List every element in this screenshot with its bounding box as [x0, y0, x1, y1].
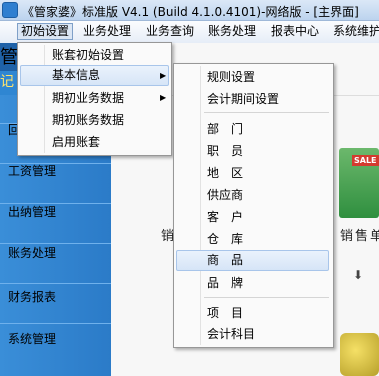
menu-business-query[interactable]: 业务查询: [143, 23, 197, 40]
menu-item-basic-info[interactable]: 基本信息 ▶: [20, 65, 169, 86]
sidebar-header-text: 管: [0, 47, 18, 68]
init-settings-menu: 账套初始设置 基本信息 ▶ 期初业务数据 ▶ 期初账务数据 启用账套: [17, 42, 172, 156]
app-icon: [2, 2, 18, 18]
menu-init-settings[interactable]: 初始设置: [17, 23, 74, 40]
menu-item-accounting-period[interactable]: 会计期间设置: [176, 89, 329, 109]
menu-item-accounting-subjects[interactable]: 会计科目: [176, 324, 329, 344]
sidebar-item-cashier[interactable]: 出纳管理: [8, 203, 56, 220]
sidebar-item-payroll[interactable]: 工资管理: [8, 162, 56, 179]
submenu-arrow-icon: ▶: [160, 93, 167, 102]
submenu-arrow-icon: ▶: [160, 71, 167, 80]
menu-report-center[interactable]: 报表中心: [268, 23, 322, 40]
menu-item-region[interactable]: 地 区: [176, 163, 329, 183]
sidebar-item-system-management[interactable]: 系统管理: [8, 330, 56, 347]
menu-business-processing[interactable]: 业务处理: [80, 23, 134, 40]
menu-item-opening-account-data[interactable]: 期初账务数据: [20, 110, 167, 130]
menu-item-supplier[interactable]: 供应商: [176, 185, 329, 205]
menu-item-opening-business-data[interactable]: 期初业务数据 ▶: [20, 88, 167, 108]
sidebar-subheader-text: 记: [0, 74, 14, 90]
title-bar: 《管家婆》标准版 V4.1 (Build 4.1.0.4101)-网络版 - […: [0, 0, 379, 21]
sidebar-item-accounting[interactable]: 账务处理: [8, 244, 56, 261]
menu-item-enable-account[interactable]: 启用账套: [20, 132, 167, 152]
bottom-illustration[interactable]: [340, 333, 379, 376]
sidebar-item-financial-reports[interactable]: 财务报表: [8, 288, 56, 305]
menu-item-product[interactable]: 商 品: [176, 250, 329, 271]
menu-item-warehouse[interactable]: 仓 库: [176, 229, 329, 249]
menu-item-project[interactable]: 项 目: [176, 303, 329, 323]
sale-badge: SALE: [352, 155, 379, 166]
menu-accounting[interactable]: 账务处理: [205, 23, 259, 40]
menu-item-rule-settings[interactable]: 规则设置: [176, 67, 329, 87]
flow-arrow-icon: ⬇: [353, 268, 364, 282]
basic-info-submenu: 规则设置 会计期间设置 部 门 职 员 地 区 供应商 客 户 仓 库 商 品 …: [173, 63, 334, 348]
menu-system-maintenance[interactable]: 系统维护: [330, 23, 379, 40]
menu-bar: 初始设置 业务处理 业务查询 账务处理 报表中心 系统维护: [0, 21, 379, 44]
sales-order-label[interactable]: 销售单: [340, 225, 379, 244]
menu-item-customer[interactable]: 客 户: [176, 207, 329, 227]
menu-item-department[interactable]: 部 门: [176, 119, 329, 139]
menu-item-account-setup[interactable]: 账套初始设置: [20, 45, 167, 65]
menu-item-employee[interactable]: 职 员: [176, 141, 329, 161]
menu-item-brand[interactable]: 品 牌: [176, 273, 329, 293]
window-title: 《管家婆》标准版 V4.1 (Build 4.1.0.4101)-网络版 - […: [22, 5, 359, 19]
